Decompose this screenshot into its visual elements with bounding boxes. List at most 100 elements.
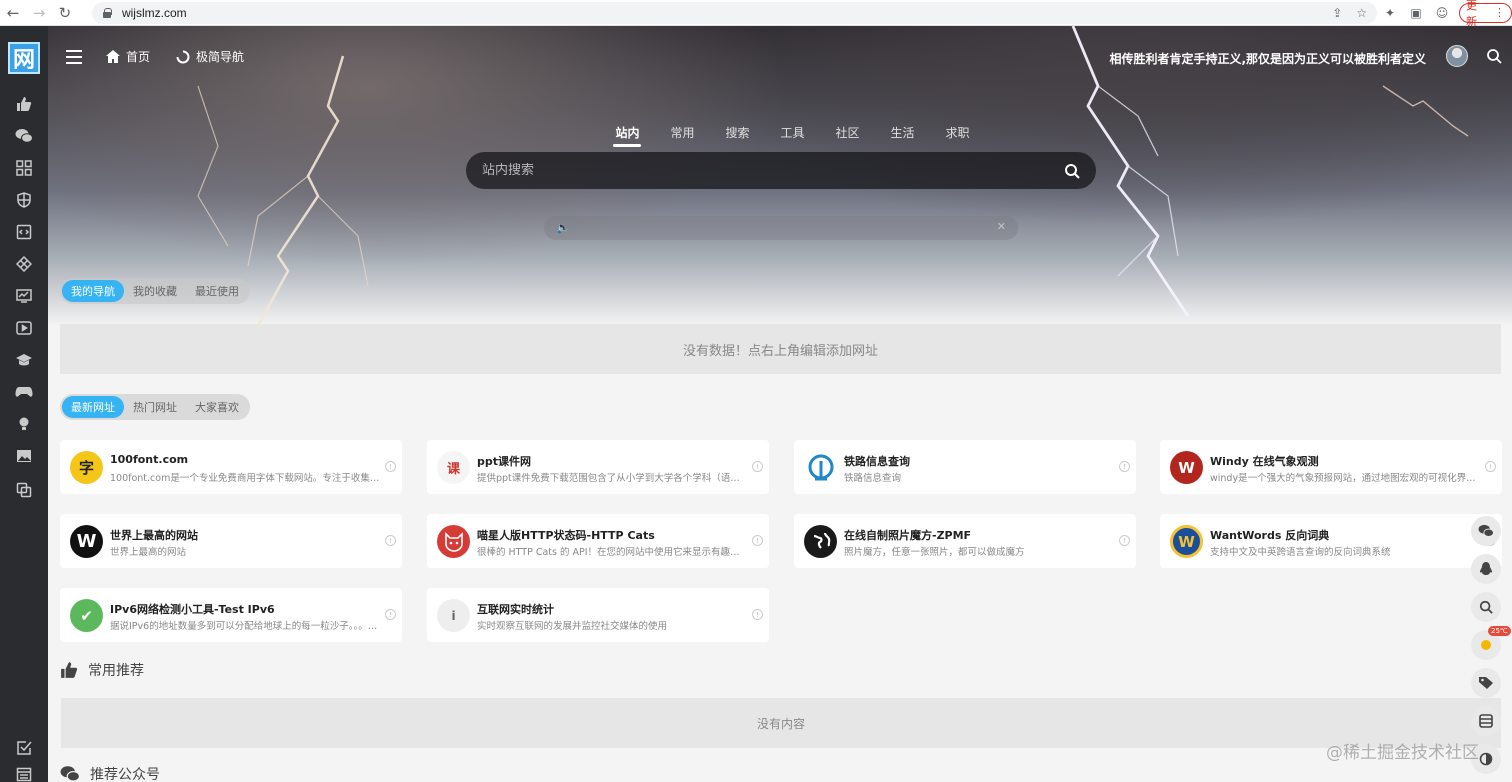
site-card-desc: 实时观察互联网的发展并监控社交媒体的使用 <box>477 621 668 632</box>
info-icon[interactable]: ! <box>1119 461 1130 472</box>
tab-jobs[interactable]: 求职 <box>930 124 985 147</box>
common-section-title: 常用推荐 <box>88 663 144 679</box>
copy-icon[interactable] <box>12 478 36 502</box>
tab-community[interactable]: 社区 <box>820 124 875 147</box>
site-card-desc: 100font.com是一个专业免费商用字体下载网站。专注于收集整… <box>110 473 382 484</box>
my-nav-tabs: 我的导航 我的收藏 最近使用 <box>60 278 250 304</box>
video-icon[interactable] <box>12 316 36 340</box>
back-icon[interactable]: ← <box>0 0 26 26</box>
windy-logo-icon: W <box>1170 451 1203 484</box>
share-icon[interactable]: ⇪ <box>1332 6 1342 20</box>
site-card[interactable]: 字 100font.com 100font.com是一个专业免费商用字体下载网站… <box>60 440 402 494</box>
graduation-cap-icon[interactable] <box>12 348 36 372</box>
common-section-header: 常用推荐 <box>60 660 144 680</box>
site-card[interactable]: 在线自制照片魔方-ZPMF 照片魔方，任意一张照片，都可以做成魔方 ! <box>794 514 1136 568</box>
diamond-icon[interactable] <box>12 252 36 276</box>
wechat-section-title: 推荐公众号 <box>90 767 160 782</box>
weather-temperature-badge: 25℃ <box>1488 626 1511 636</box>
checklist-icon[interactable] <box>12 736 36 760</box>
tab-my-nav[interactable]: 我的导航 <box>62 280 124 302</box>
watermark: @稀土掘金技术社区 <box>1326 743 1479 763</box>
tab-search[interactable]: 搜索 <box>710 124 765 147</box>
site-card[interactable]: W WantWords 反向词典 支持中文及中英跨语言查询的反向词典系统 ! <box>1160 514 1502 568</box>
site-logo[interactable]: 网 <box>8 42 40 74</box>
menu-toggle-icon[interactable] <box>66 50 82 64</box>
tab-tools[interactable]: 工具 <box>765 124 820 147</box>
site-card-title: 在线自制照片魔方-ZPMF <box>844 529 972 542</box>
wechat-icon[interactable] <box>12 124 36 148</box>
site-card[interactable]: W 世界上最高的网站 世界上最高的网站 ! <box>60 514 402 568</box>
tab-life[interactable]: 生活 <box>875 124 930 147</box>
extensions-icon[interactable]: ✦ <box>1377 6 1403 20</box>
chart-icon[interactable] <box>12 284 36 308</box>
site-card[interactable]: 铁路信息查询 铁路信息查询 ! <box>794 440 1136 494</box>
tab-my-favorites[interactable]: 我的收藏 <box>124 280 186 302</box>
site-card-desc: 支持中文及中英跨语言查询的反向词典系统 <box>1210 547 1391 558</box>
rail-icon <box>804 451 837 484</box>
site-card[interactable]: W Windy 在线气象观测 windy是一个强大的气象预报网站，通过地图宏观的… <box>1160 440 1502 494</box>
site-card-title: Windy 在线气象观测 <box>1210 455 1319 468</box>
info-icon[interactable]: ! <box>385 535 396 546</box>
nav-home-link[interactable]: 首页 <box>106 48 150 65</box>
user-avatar[interactable] <box>1446 45 1468 67</box>
wechat-float-icon[interactable] <box>1471 516 1501 546</box>
forward-icon[interactable]: → <box>26 0 52 26</box>
site-card[interactable]: 课 ppt课件网 提供ppt课件免费下载范围包含了从小学到大学各个学科（语文… … <box>427 440 769 494</box>
side-panel-icon[interactable]: ▣ <box>1403 6 1429 20</box>
profile-icon[interactable]: ☺ <box>1429 6 1455 20</box>
site-card-title: 喵星人版HTTP状态码-HTTP Cats <box>477 529 655 542</box>
search-float-icon[interactable] <box>1471 592 1501 622</box>
image-icon[interactable] <box>12 444 36 468</box>
site-card-title: 世界上最高的网站 <box>110 529 198 542</box>
info-icon[interactable]: ! <box>1485 461 1496 472</box>
info-icon[interactable]: ! <box>752 609 763 620</box>
site-motto: 相传胜利者肯定手持正义,那仅是因为正义可以被胜利者定义 <box>1109 52 1426 66</box>
thumbs-up-icon[interactable] <box>12 92 36 116</box>
site-card[interactable]: ✔ IPv6网络检测小工具-Test IPv6 据说IPv6的地址数量多到可以分… <box>60 588 402 642</box>
info-icon[interactable]: ! <box>385 461 396 472</box>
site-card[interactable]: 喵星人版HTTP状态码-HTTP Cats 很棒的 HTTP Cats 的 AP… <box>427 514 769 568</box>
announcement-bar: 🔈 ✕ <box>544 216 1018 240</box>
site-card-desc: windy是一个强大的气象预报网站，通过地图宏观的可视化界面… <box>1210 473 1482 484</box>
grid-icon[interactable] <box>12 156 36 180</box>
qq-icon[interactable] <box>1471 554 1501 584</box>
wechat-icon <box>60 766 80 782</box>
tab-popular-sites[interactable]: 大家喜欢 <box>186 396 248 418</box>
search-input[interactable] <box>482 163 1064 178</box>
site-list-tabs: 最新网址 热门网址 大家喜欢 <box>60 394 250 420</box>
calendar-icon[interactable] <box>12 762 36 782</box>
address-bar[interactable]: wijslmz.com ⇪ ☆ <box>91 1 1378 24</box>
speaker-icon: 🔈 <box>556 221 570 234</box>
gamepad-icon[interactable] <box>12 380 36 404</box>
tab-common[interactable]: 常用 <box>655 124 710 147</box>
tag-icon[interactable] <box>1471 668 1501 698</box>
layout-toggle-icon[interactable] <box>1471 706 1501 736</box>
bookmark-star-icon[interactable]: ☆ <box>1356 6 1367 20</box>
info-icon[interactable]: ! <box>752 461 763 472</box>
site-card-desc: 铁路信息查询 <box>844 473 902 484</box>
tab-latest-sites[interactable]: 最新网址 <box>62 396 124 418</box>
info-icon[interactable]: ! <box>1119 535 1130 546</box>
nav-home-label: 首页 <box>126 50 151 64</box>
search-icon[interactable] <box>1486 48 1502 64</box>
wantwords-logo-icon: W <box>1170 525 1203 558</box>
info-icon[interactable]: ! <box>385 609 396 620</box>
tab-recently-used[interactable]: 最近使用 <box>186 280 248 302</box>
lightbulb-icon[interactable] <box>12 412 36 436</box>
nav-minimal-link[interactable]: 极简导航 <box>176 48 244 65</box>
site-card-title: IPv6网络检测小工具-Test IPv6 <box>110 603 275 616</box>
info-icon[interactable]: ! <box>752 535 763 546</box>
courseware-icon: 课 <box>437 451 470 484</box>
code-file-icon[interactable] <box>12 220 36 244</box>
reload-icon[interactable]: ↻ <box>52 0 78 26</box>
tab-hot-sites[interactable]: 热门网址 <box>124 396 186 418</box>
search-tabs: 站内 常用 搜索 工具 社区 生活 求职 <box>600 124 985 147</box>
update-button[interactable]: 更新 ⋮ <box>1459 0 1512 28</box>
site-card-desc: 据说IPv6的地址数量多到可以分配给地球上的每一粒沙子。。。… <box>110 621 378 632</box>
site-card-title: 互联网实时统计 <box>477 603 554 616</box>
search-submit-icon[interactable] <box>1064 163 1080 179</box>
tab-site[interactable]: 站内 <box>600 124 655 147</box>
shield-icon[interactable] <box>12 188 36 212</box>
site-card[interactable]: i 互联网实时统计 实时观察互联网的发展并监控社交媒体的使用 ! <box>427 588 769 642</box>
close-icon[interactable]: ✕ <box>997 220 1006 233</box>
